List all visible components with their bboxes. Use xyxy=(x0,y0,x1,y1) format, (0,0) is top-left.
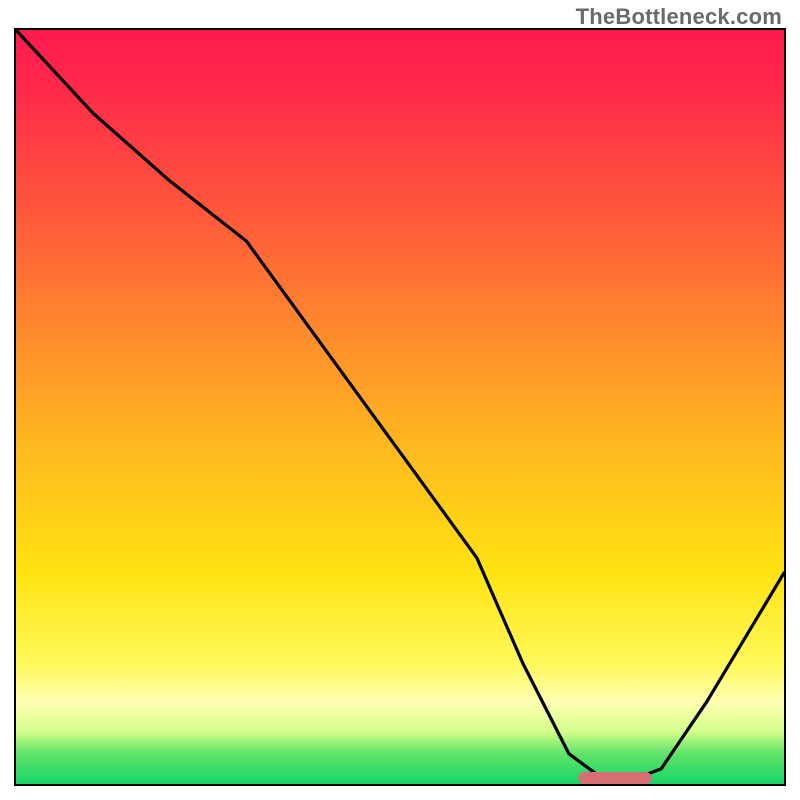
plot-area xyxy=(14,28,786,786)
watermark-text: TheBottleneck.com xyxy=(576,4,782,30)
bottleneck-curve xyxy=(16,30,784,780)
chart-overlay xyxy=(16,30,784,784)
chart-container: TheBottleneck.com xyxy=(0,0,800,800)
